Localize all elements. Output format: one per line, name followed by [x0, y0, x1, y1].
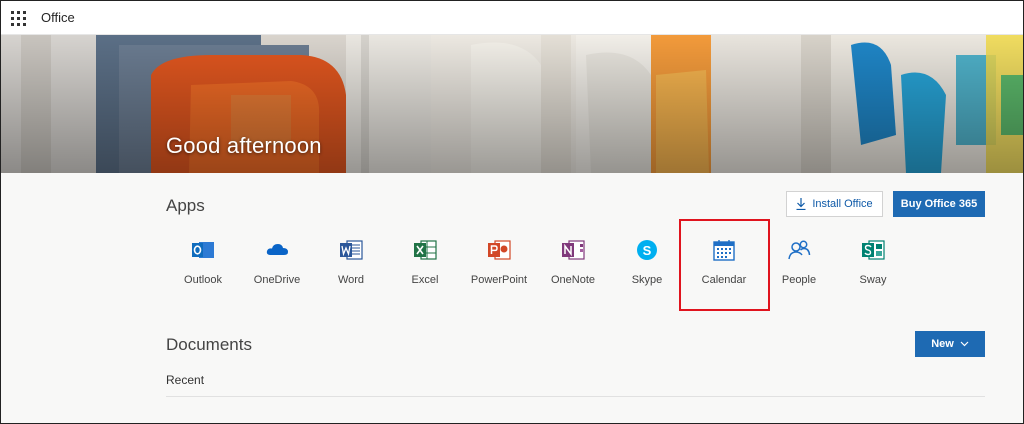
app-tile-skype[interactable]: S Skype	[610, 234, 684, 294]
word-icon	[340, 240, 363, 260]
chevron-down-icon	[960, 341, 969, 347]
download-icon	[796, 198, 806, 210]
buy-office-label: Buy Office 365	[900, 198, 978, 210]
hero-banner: Good afternoon	[1, 35, 1023, 173]
app-tile-excel[interactable]: Excel	[388, 234, 462, 294]
app-label: OneDrive	[253, 274, 301, 286]
app-label: Sway	[859, 274, 887, 286]
sway-icon	[862, 240, 885, 260]
app-tile-people[interactable]: People	[762, 234, 836, 294]
excel-icon	[414, 240, 437, 260]
recent-tab[interactable]: Recent	[166, 373, 204, 387]
waffle-icon[interactable]	[11, 11, 26, 26]
top-bar: Office	[1, 1, 1023, 35]
powerpoint-icon	[488, 240, 511, 260]
app-label: Word	[337, 274, 365, 286]
documents-heading: Documents	[166, 335, 252, 354]
office-home-page: Office Good afternoon Apps Install Offic…	[0, 0, 1024, 424]
app-tile-powerpoint[interactable]: PowerPoint	[462, 234, 536, 294]
outlook-icon	[192, 242, 214, 258]
new-document-button[interactable]: New	[915, 331, 985, 357]
install-office-button[interactable]: Install Office	[786, 191, 883, 217]
app-launcher-row: Outlook OneDrive Word Excel PowerPoint O…	[166, 234, 906, 294]
app-name[interactable]: Office	[41, 10, 75, 25]
app-tile-onenote[interactable]: OneNote	[536, 234, 610, 294]
app-tile-outlook[interactable]: Outlook	[166, 234, 240, 294]
recent-divider	[166, 396, 985, 397]
hero-artwork	[1, 35, 1023, 173]
app-label: Outlook	[184, 274, 222, 286]
install-office-label: Install Office	[812, 198, 873, 210]
app-label: Excel	[411, 274, 439, 286]
app-tile-onedrive[interactable]: OneDrive	[240, 234, 314, 294]
greeting-title: Good afternoon	[166, 133, 322, 158]
app-label: OneNote	[550, 274, 596, 286]
onenote-icon	[562, 240, 585, 260]
app-tile-word[interactable]: Word	[314, 234, 388, 294]
calendar-highlight-box	[679, 219, 770, 311]
onedrive-icon	[266, 244, 288, 255]
buy-office-button[interactable]: Buy Office 365	[893, 191, 985, 217]
apps-heading: Apps	[166, 196, 205, 215]
svg-text:S: S	[643, 243, 652, 258]
new-button-label: New	[931, 338, 954, 350]
skype-icon: S	[637, 240, 657, 260]
app-label: Skype	[631, 274, 663, 286]
people-icon	[788, 240, 811, 260]
app-label: PowerPoint	[470, 274, 528, 286]
app-tile-sway[interactable]: Sway	[836, 234, 910, 294]
app-label: People	[781, 274, 817, 286]
